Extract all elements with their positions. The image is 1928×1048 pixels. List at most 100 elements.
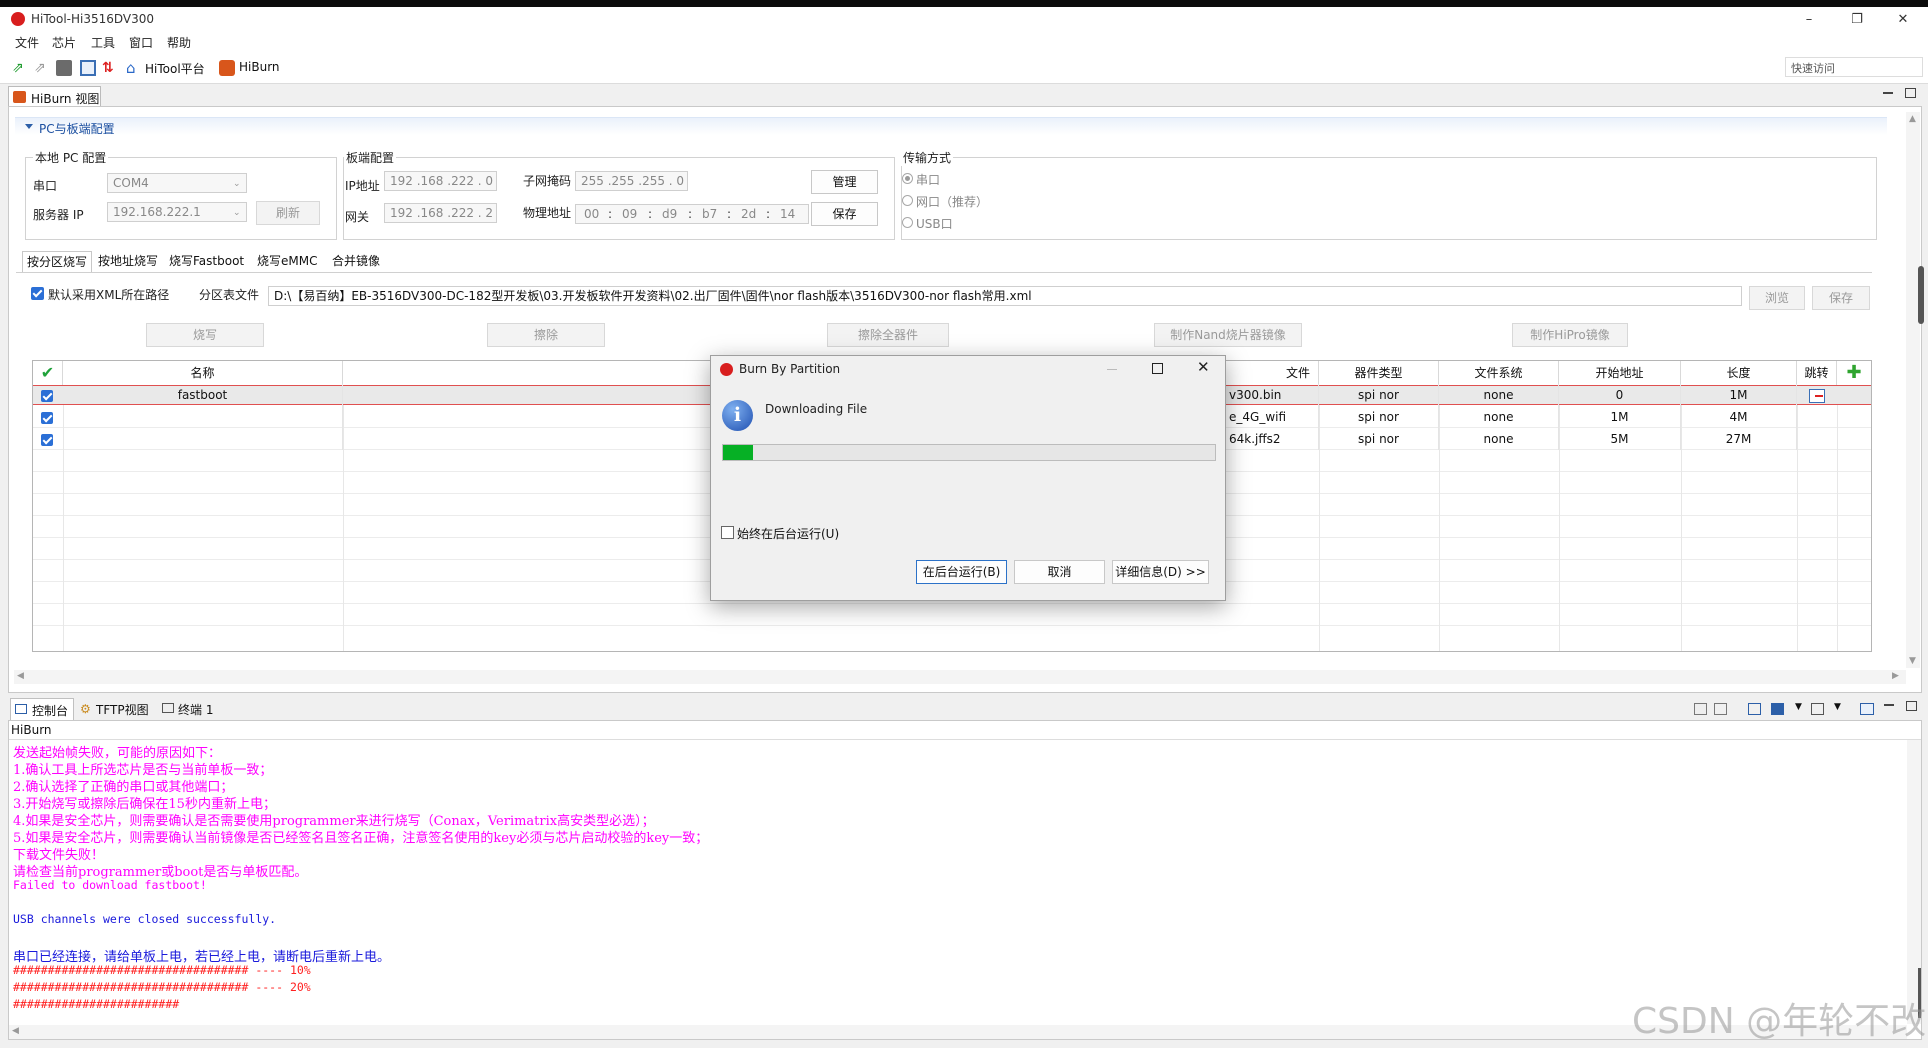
- tab-terminal[interactable]: 终端 1: [158, 698, 222, 720]
- browse-button[interactable]: 浏览: [1749, 286, 1805, 310]
- board-ip-input[interactable]: 192 .168 .222 . 0: [384, 171, 497, 191]
- row-checkbox[interactable]: [41, 434, 53, 446]
- radio-usb[interactable]: [902, 217, 913, 228]
- row-line: [33, 603, 1871, 604]
- mac-address-input[interactable]: 00 : 09 : d9 : b7 : 2d : 14: [575, 204, 809, 224]
- partition-file-input[interactable]: D:\【易百纳】EB-3516DV300-DC-182型开发板\03.开发板软件…: [268, 286, 1742, 306]
- header-filesystem: 文件系统: [1439, 361, 1559, 385]
- chevron-down-icon[interactable]: ▼: [1795, 702, 1802, 712]
- collapse-arrow-icon[interactable]: [25, 124, 33, 129]
- run-in-background-button[interactable]: 在后台运行(B): [916, 560, 1007, 584]
- tab-burn-by-address[interactable]: 按地址烧写: [94, 251, 162, 272]
- row-name: [63, 406, 343, 428]
- default-xml-checkbox[interactable]: [31, 287, 44, 300]
- gateway-input[interactable]: 192 .168 .222 . 2: [384, 203, 497, 223]
- menu-window[interactable]: 窗口: [129, 34, 153, 51]
- refresh-button[interactable]: 刷新: [256, 201, 320, 225]
- scroll-left-icon[interactable]: ◀: [17, 671, 24, 681]
- row-length: 1M: [1681, 384, 1797, 406]
- subnet-mask-input[interactable]: 255 .255 .255 . 0: [575, 171, 688, 191]
- erase-button[interactable]: 擦除: [487, 323, 605, 347]
- home-icon[interactable]: ⌂: [126, 60, 142, 76]
- row-checkbox[interactable]: [41, 390, 53, 402]
- partition-save-button[interactable]: 保存: [1812, 286, 1870, 310]
- editor-vscroll-thumb[interactable]: [1918, 266, 1924, 324]
- header-name: 名称: [63, 361, 343, 385]
- disconnect-icon[interactable]: ⇗: [34, 60, 50, 76]
- clear-console-icon[interactable]: [1694, 703, 1707, 715]
- chip-icon[interactable]: [56, 60, 72, 76]
- radio-serial-label: 串口: [916, 173, 941, 187]
- menu-chip[interactable]: 芯片: [52, 34, 76, 51]
- watermark: CSDN @年轮不改: [1632, 1001, 1927, 1042]
- radio-network[interactable]: [902, 195, 913, 206]
- burn-button[interactable]: 烧写: [146, 323, 264, 347]
- server-ip-select[interactable]: 192.168.222.1: [107, 202, 247, 222]
- tab-burn-fastboot[interactable]: 烧写Fastboot: [165, 251, 248, 272]
- dialog-cancel-button[interactable]: 取消: [1014, 560, 1105, 584]
- board-save-button[interactable]: 保存: [811, 202, 878, 226]
- scroll-lock-icon[interactable]: [1714, 703, 1727, 715]
- row-file: e_4G_wifi: [1229, 406, 1319, 428]
- display-console-icon[interactable]: [1771, 703, 1784, 715]
- add-row-icon[interactable]: ✚: [1837, 361, 1871, 385]
- tab-console[interactable]: 控制台: [10, 698, 74, 720]
- quick-access-input[interactable]: 快速访问: [1785, 57, 1923, 77]
- manage-button[interactable]: 管理: [811, 170, 878, 194]
- scroll-left-icon[interactable]: ◀: [12, 1026, 19, 1036]
- console-hscroll[interactable]: [9, 1025, 1907, 1039]
- transfer-icon[interactable]: ⇅: [102, 60, 118, 76]
- hiburn-link[interactable]: HiBurn: [239, 60, 280, 74]
- jump-icon[interactable]: [1809, 389, 1825, 403]
- menu-help[interactable]: 帮助: [167, 34, 191, 51]
- dialog-close-button[interactable]: ✕: [1197, 358, 1210, 376]
- make-nand-image-button[interactable]: 制作Nand烧片器镜像: [1154, 323, 1302, 347]
- tab-burn-by-partition[interactable]: 按分区烧写: [22, 251, 93, 272]
- console-line: ################################## ---- …: [13, 963, 311, 977]
- tab-burn-emmc[interactable]: 烧写eMMC: [253, 251, 321, 272]
- console-view-icon[interactable]: [1860, 703, 1874, 715]
- top-edge: [0, 0, 1928, 7]
- header-jump: 跳转: [1797, 361, 1837, 385]
- hiburn-icon[interactable]: [219, 60, 235, 76]
- row-checkbox[interactable]: [41, 412, 53, 424]
- serial-select[interactable]: COM4: [107, 173, 247, 193]
- dialog-maximize-button[interactable]: [1152, 363, 1163, 374]
- chevron-down-icon[interactable]: ▼: [1834, 702, 1841, 712]
- menu-tools[interactable]: 工具: [91, 34, 115, 51]
- close-button[interactable]: ✕: [1880, 7, 1926, 32]
- row-length: 4M: [1681, 406, 1797, 428]
- connect-icon[interactable]: ⇗: [12, 60, 28, 76]
- tab-merge-image[interactable]: 合并镜像: [328, 251, 384, 272]
- pin-console-icon[interactable]: [1748, 703, 1761, 715]
- hitool-platform-link[interactable]: HiTool平台: [145, 60, 205, 77]
- terminal-icon[interactable]: [80, 60, 96, 76]
- editor-vscroll[interactable]: [1906, 112, 1920, 668]
- restore-button[interactable]: ❐: [1834, 7, 1880, 32]
- editor-minimize-icon[interactable]: [1883, 92, 1893, 94]
- editor-hscroll[interactable]: [14, 670, 1906, 684]
- server-ip-label: 服务器 IP: [33, 208, 84, 222]
- erase-all-button[interactable]: 擦除全器件: [827, 323, 949, 347]
- editor-maximize-icon[interactable]: [1905, 88, 1916, 98]
- menu-file[interactable]: 文件: [15, 34, 39, 51]
- background-run-checkbox[interactable]: [721, 526, 734, 539]
- dialog-minimize-button[interactable]: [1107, 369, 1117, 370]
- tftp-icon: ⚙: [80, 702, 91, 716]
- new-console-icon[interactable]: [1811, 703, 1824, 715]
- console-line: ################################## ---- …: [13, 980, 311, 994]
- select-all-check-icon[interactable]: ✔: [33, 361, 63, 385]
- scroll-down-icon[interactable]: ▼: [1909, 656, 1916, 666]
- console-minimize-icon[interactable]: [1884, 704, 1894, 706]
- scroll-up-icon[interactable]: ▲: [1909, 114, 1916, 124]
- scroll-right-icon[interactable]: ▶: [1892, 671, 1899, 681]
- tab-hiburn-view[interactable]: HiBurn 视图: [8, 86, 101, 107]
- minimize-button[interactable]: –: [1786, 7, 1832, 32]
- tab-tftp[interactable]: ⚙ TFTP视图: [76, 698, 156, 720]
- radio-serial[interactable]: [902, 173, 913, 184]
- console-maximize-icon[interactable]: [1906, 701, 1917, 711]
- radio-network-label: 网口（推荐）: [916, 195, 989, 209]
- make-hipro-image-button[interactable]: 制作HiPro镜像: [1512, 323, 1628, 347]
- details-button[interactable]: 详细信息(D) >>: [1112, 560, 1209, 584]
- row-file: v300.bin: [1229, 384, 1319, 406]
